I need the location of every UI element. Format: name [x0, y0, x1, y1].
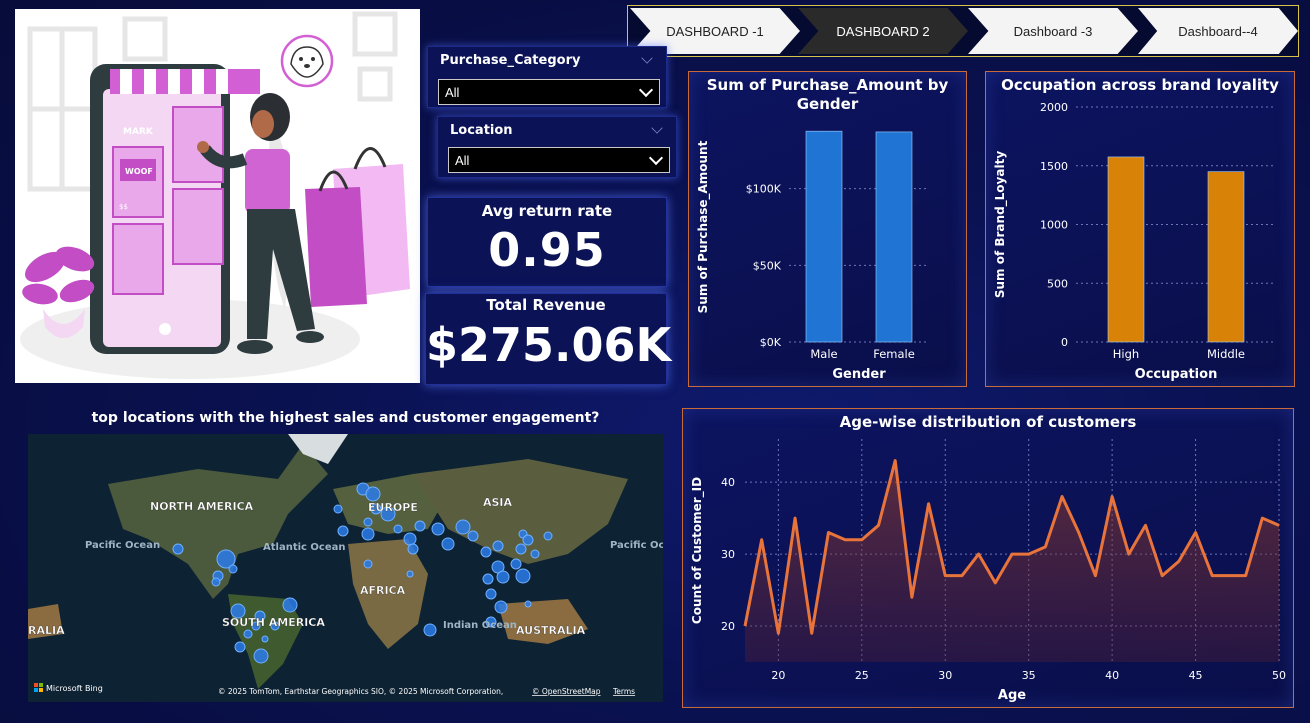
kpi-title: Avg return rate: [481, 202, 613, 220]
x-tick-label: 45: [1189, 669, 1203, 682]
bar: [875, 131, 913, 343]
map-label-north-america: NORTH AMERICA: [150, 500, 254, 513]
purchase-category-value: All: [445, 84, 460, 100]
y-tick-label: 2000: [1040, 101, 1068, 114]
bar: [1207, 171, 1245, 343]
tab-dashboard-2[interactable]: DASHBOARD 2: [798, 8, 968, 54]
chevron-down-icon[interactable]: [641, 52, 653, 64]
world-map: NORTH AMERICA EUROPE ASIA AFRICA SOUTH A…: [28, 434, 663, 702]
price-text: $$: [119, 203, 128, 211]
avg-return-rate-card: Avg return rate 0.95: [427, 197, 667, 287]
y-tick-label: $0K: [760, 336, 782, 349]
x-tick-label: 20: [771, 669, 785, 682]
map-label-pacific-left: Pacific Ocean: [85, 540, 160, 551]
kpi-title: Total Revenue: [486, 296, 606, 314]
avg-return-rate-value: 0.95: [488, 223, 606, 277]
x-tick-label: 35: [1022, 669, 1036, 682]
y-tick-label: 0: [1061, 336, 1068, 349]
map-label-south-america: SOUTH AMERICA: [222, 616, 325, 629]
y-axis-label: Count of Customer_ID: [690, 477, 705, 624]
x-axis-label: Gender: [832, 367, 886, 382]
map-label-ralia: RALIA: [28, 624, 65, 637]
map-attribution: © 2025 TomTom, Earthstar Geographics SIO…: [218, 687, 503, 696]
purchase-category-dropdown[interactable]: All: [438, 79, 660, 105]
y-axis-label: Sum of Purchase_Amount: [696, 140, 711, 313]
y-axis-label: Sum of Brand_Loyalty: [993, 151, 1008, 298]
bing-logo-text: Microsoft Bing: [46, 684, 103, 693]
purchase-by-gender-panel: Sum of Purchase_Amount by Gender $0K $50K…: [688, 71, 967, 387]
y-tick-label: $50K: [753, 259, 782, 272]
x-tick-label: 50: [1272, 669, 1286, 682]
map-label-africa: AFRICA: [360, 584, 406, 597]
terms-link[interactable]: Terms: [612, 687, 635, 696]
occupation-loyalty-panel: Occupation across brand loyality 0 500 100…: [985, 71, 1295, 387]
x-tick-label: Male: [810, 347, 837, 361]
dropdown-chevron-icon: [638, 82, 654, 98]
y-tick-label: 20: [721, 620, 735, 633]
x-axis-label: Age: [998, 688, 1026, 703]
y-tick-label: 500: [1047, 277, 1068, 290]
location-slicer: Location All: [437, 116, 677, 178]
map-label-australia: AUSTRALIA: [516, 624, 586, 637]
x-tick-label: Middle: [1207, 347, 1245, 361]
y-tick-label: 40: [721, 476, 735, 489]
purchase-by-gender-chart: $0K $50K $100K Male Female Gender Sum of Purch…: [696, 130, 929, 382]
bar: [805, 130, 843, 343]
sales-map[interactable]: NORTH AMERICA EUROPE ASIA AFRICA SOUTH A…: [28, 434, 663, 702]
card-text: WOOF: [125, 167, 153, 176]
shopping-illustration: MARK WOOF $$: [15, 9, 420, 383]
y-tick-label: 1000: [1040, 219, 1068, 232]
map-label-pacific-right: Pacific Ocean: [610, 540, 663, 551]
purchase-category-title: Purchase_Category: [440, 53, 581, 68]
x-tick-label: High: [1113, 347, 1139, 361]
store-sign-text: MARK: [123, 127, 154, 137]
x-tick-label: 25: [855, 669, 869, 682]
total-revenue-value: $275.06K: [426, 318, 672, 372]
chevron-down-icon[interactable]: [651, 122, 663, 134]
map-label-europe: EUROPE: [368, 501, 418, 514]
occupation-loyalty-chart: 0 500 1000 1500 2000 High Middle Occupation Sum …: [993, 101, 1276, 382]
map-label-indian: Indian Ocean: [443, 620, 517, 631]
age-distribution-panel: Age-wise distribution of customers 20 30 4…: [682, 408, 1294, 708]
y-tick-label: 1500: [1040, 160, 1068, 173]
x-tick-label: 30: [938, 669, 952, 682]
tab-dashboard-3[interactable]: Dashboard -3: [968, 8, 1138, 54]
location-dropdown[interactable]: All: [448, 147, 670, 173]
purchase-category-slicer: Purchase_Category All: [427, 46, 667, 108]
tab-dashboard-4[interactable]: Dashboard--4: [1138, 8, 1298, 54]
x-tick-label: 40: [1105, 669, 1119, 682]
bar: [1107, 156, 1145, 343]
dashboard-navigation: DASHBOARD -1 DASHBOARD 2 Dashboard -3 Da…: [627, 5, 1299, 57]
openstreetmap-link[interactable]: © OpenStreetMap: [532, 687, 601, 696]
x-axis-label: Occupation: [1135, 367, 1218, 382]
shopper-image: MARK WOOF $$: [20, 11, 410, 379]
location-value: All: [455, 152, 470, 168]
location-title: Location: [450, 123, 513, 138]
map-label-atlantic: Atlantic Ocean: [263, 542, 346, 553]
map-label-asia: ASIA: [483, 496, 513, 509]
total-revenue-card: Total Revenue $275.06K: [425, 293, 672, 385]
map-title: top locations with the highest sales and…: [91, 410, 600, 426]
x-tick-label: Female: [873, 347, 915, 361]
y-tick-label: $100K: [746, 183, 782, 196]
y-tick-label: 30: [721, 548, 735, 561]
dropdown-chevron-icon: [648, 150, 664, 166]
age-distribution-chart: 20 30 40 20 25 30 35 40 45 50 Age Count of Customer…: [690, 439, 1286, 703]
